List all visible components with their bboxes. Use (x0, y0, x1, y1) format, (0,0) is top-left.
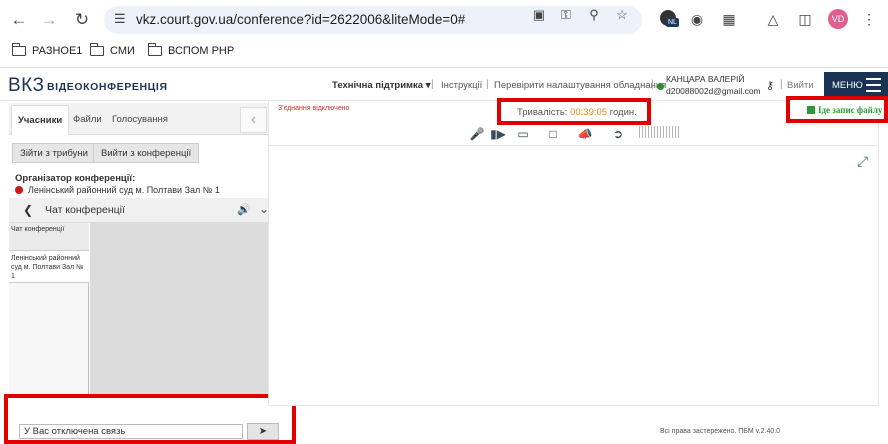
folder-icon (11, 43, 26, 56)
support-dropdown[interactable]: Технічна підтримка ▾ (332, 80, 431, 91)
extension-nl-icon[interactable]: NL (658, 8, 680, 30)
key-icon[interactable]: ⚷ (766, 79, 774, 92)
bookmarks-bar: РАЗНОЕ1 СМИ ВСПОМ PHP (0, 40, 888, 68)
chat-messages-area (90, 223, 278, 411)
reload-icon[interactable]: ↻ (70, 8, 94, 32)
user-email: d20088002d@gmail.com (666, 86, 761, 96)
organizer-item[interactable]: Ленінський районний суд м. Полтави Зал №… (15, 185, 220, 195)
star-icon[interactable]: ☆ (614, 7, 630, 23)
site-settings-icon[interactable]: ☰ (114, 11, 126, 27)
offline-status-dot (15, 186, 23, 194)
audio-level-meter (639, 126, 679, 138)
separator: | (486, 79, 489, 90)
chat-list-item[interactable]: Ленінський районний суд м. Полтави Зал №… (9, 251, 89, 283)
megaphone-icon[interactable]: 📣 (577, 127, 593, 141)
duration-display: Тривалість: 00:39:05 годин. (497, 98, 651, 125)
recording-indicator-icon (807, 106, 815, 114)
recording-status: Іде запис файлу (786, 96, 888, 123)
exit-link[interactable]: Вийти (787, 80, 814, 91)
duration-value: 00:39:05 (570, 107, 608, 118)
folder-icon (147, 43, 162, 56)
zoom-icon[interactable]: ⚲ (586, 7, 602, 23)
chat-message-input[interactable] (19, 424, 243, 439)
separator: | (431, 79, 434, 90)
chat-back-chevron-icon[interactable]: ❮ (23, 203, 33, 217)
sidepanel-icon[interactable]: ◫ (794, 8, 816, 30)
bookmark-folder-3[interactable]: ВСПОМ PHP (147, 43, 234, 57)
organizer-name: Ленінський районний суд м. Полтави Зал №… (28, 185, 220, 195)
screen-share-icon[interactable]: ▭ (515, 127, 531, 141)
separator: | (780, 79, 783, 90)
leave-conference-button[interactable]: Вийти з конференції (93, 143, 200, 163)
chat-title: Чат конференції (45, 204, 125, 216)
recording-status-text: Іде запис файлу (818, 105, 883, 115)
hamburger-icon (866, 78, 881, 92)
send-icon: ➤ (258, 426, 268, 437)
fullscreen-expand-icon[interactable]: ⤢ (857, 153, 868, 170)
profile-avatar[interactable]: VD (828, 9, 848, 29)
kebab-menu-icon[interactable]: ⋮ (858, 8, 880, 30)
flask-icon[interactable]: △ (762, 8, 784, 30)
chat-header: ❮ Чат конференції 🔊 ⌄ (9, 198, 278, 223)
forward-arrow-icon[interactable]: → (37, 8, 61, 32)
extension-badge: NL (666, 18, 679, 27)
key-icon[interactable]: ⚿ (558, 7, 574, 23)
planet-extension-icon[interactable]: ◉ (686, 8, 708, 30)
highlight-box-chat-input: ➤ (4, 394, 296, 444)
chat-list: Чат конференції Ленінський районний суд … (9, 223, 89, 411)
document-icon[interactable]: □ (545, 127, 561, 141)
toolbar-divider (268, 145, 879, 146)
footer-copyright: Всі права застережено. ПБМ v.2.40.0 (660, 428, 781, 435)
collapse-panel-chevron-icon[interactable]: ‹ (240, 107, 267, 133)
logo-subtitle: ВІДЕОКОНФЕРЕНЦІЯ (47, 81, 168, 93)
bookmark-folder-2[interactable]: СМИ (89, 43, 135, 57)
url-text: vkz.court.gov.ua/conference?id=2622006&l… (136, 12, 466, 27)
volume-icon[interactable]: 🔊 (237, 203, 251, 216)
duration-unit: годин. (609, 107, 637, 118)
separator: | (651, 79, 654, 90)
bookmark-folder-1[interactable]: РАЗНОЕ1 (11, 43, 82, 57)
organizer-label: Організатор конференції: (15, 173, 136, 184)
online-status-dot (657, 83, 664, 90)
connection-lost-text: З'єднання відключено (278, 105, 350, 112)
tab-files[interactable]: Файли (67, 105, 108, 135)
back-arrow-icon[interactable]: ← (7, 8, 31, 32)
camera-icon[interactable]: ▣ (531, 7, 547, 23)
user-name: КАНЦАРА ВАЛЕРІЙ (666, 74, 745, 84)
browser-toolbar: ← → ↻ ☰ vkz.court.gov.ua/conference?id=2… (0, 0, 888, 40)
video-area (268, 101, 879, 406)
check-settings-link[interactable]: Перевірити налаштування обладнання (494, 80, 666, 91)
send-button[interactable]: ➤ (247, 423, 279, 440)
participants-panel: Учасники Файли Голосування ‹ Зійти з три… (9, 103, 268, 198)
app-header: ВКЗ ВІДЕОКОНФЕРЕНЦІЯ Технічна підтримка … (0, 69, 888, 101)
folder-icon (89, 43, 104, 56)
exit-arrow-icon[interactable]: ➲ (610, 127, 626, 141)
logo[interactable]: ВКЗ (8, 75, 45, 97)
leave-tribune-button[interactable]: Зійти з трибуни (12, 143, 96, 163)
menu-button[interactable]: МЕНЮ (824, 72, 888, 98)
panel-tabs: Учасники Файли Голосування ‹ (9, 103, 268, 135)
video-camera-icon[interactable]: ▮▶ (490, 127, 506, 141)
chat-list-header[interactable]: Чат конференції (9, 223, 89, 251)
microphone-icon[interactable]: 🎤 (469, 127, 485, 141)
duration-label: Тривалість: (517, 107, 568, 118)
instructions-link[interactable]: Інструкції (441, 80, 482, 91)
tab-voting[interactable]: Голосування (106, 105, 174, 135)
puzzle-extensions-icon[interactable]: ▦ (718, 8, 740, 30)
tab-participants[interactable]: Учасники (11, 105, 70, 135)
